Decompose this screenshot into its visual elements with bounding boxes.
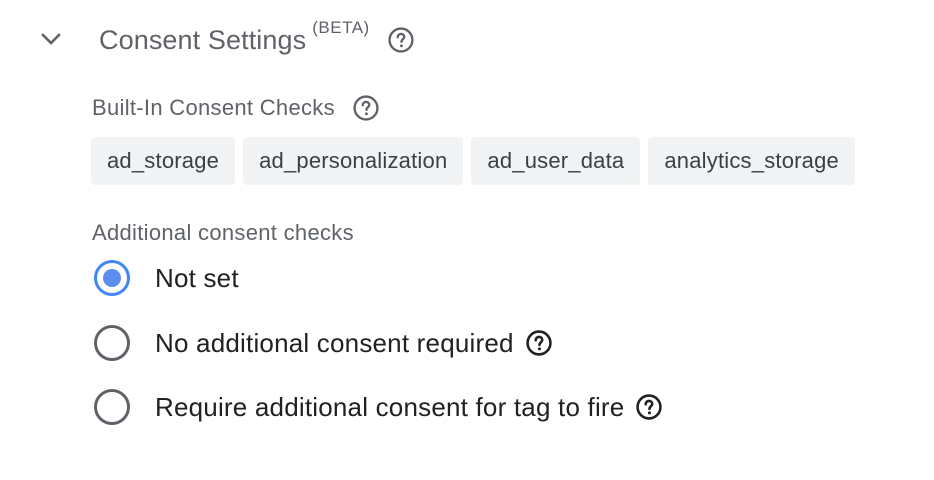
radio-dot <box>103 269 121 287</box>
additional-consent-label: Additional consent checks <box>92 220 354 245</box>
radio-label: Require additional consent for tag to fi… <box>155 391 625 422</box>
radio-button[interactable] <box>94 389 130 425</box>
consent-chip: ad_personalization <box>243 137 464 185</box>
radio-button-selected[interactable] <box>94 260 130 296</box>
radio-label: Not set <box>155 262 239 293</box>
section-header: Consent Settings (BETA) <box>99 18 416 60</box>
consent-chip: ad_storage <box>91 137 236 185</box>
radio-option-require-additional-consent[interactable]: Require additional consent for tag to fi… <box>94 389 664 425</box>
consent-chip-list: ad_storage ad_personalization ad_user_da… <box>91 137 855 185</box>
radio-option-no-additional-consent[interactable]: No additional consent required <box>94 325 554 361</box>
radio-option-not-set[interactable]: Not set <box>94 260 239 296</box>
built-in-consent-header: Built-In Consent Checks <box>92 92 381 124</box>
radio-button[interactable] <box>94 325 130 361</box>
chevron-down-icon[interactable] <box>36 24 66 54</box>
beta-badge: (BETA) <box>312 18 370 37</box>
consent-chip: analytics_storage <box>648 137 855 185</box>
built-in-consent-label: Built-In Consent Checks <box>92 95 335 120</box>
section-title: Consent Settings <box>99 24 307 55</box>
help-circle-icon[interactable] <box>351 93 381 123</box>
consent-settings-panel: Consent Settings (BETA) Built-In Consent… <box>0 0 934 480</box>
radio-label: No additional consent required <box>155 327 514 358</box>
consent-chip: ad_user_data <box>471 137 641 185</box>
help-circle-icon[interactable] <box>386 25 416 55</box>
help-circle-icon[interactable] <box>634 392 664 422</box>
help-circle-icon[interactable] <box>524 328 554 358</box>
